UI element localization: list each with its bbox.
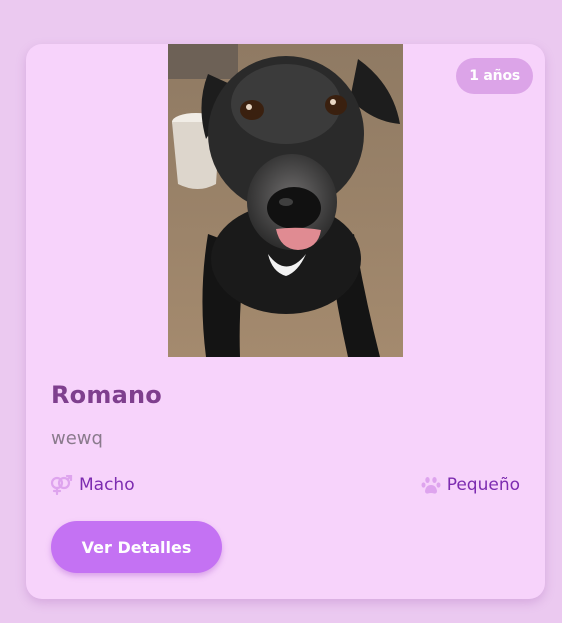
size-label: Pequeño — [446, 475, 520, 495]
gender-label: Macho — [79, 475, 135, 495]
paw-icon — [421, 476, 441, 494]
pet-description: wewq — [51, 428, 103, 449]
pet-gender: Macho — [50, 475, 135, 495]
age-badge: 1 años — [456, 58, 533, 94]
gender-icon — [50, 475, 73, 495]
pet-name: Romano — [51, 381, 162, 409]
view-details-button[interactable]: Ver Detalles — [51, 521, 222, 573]
pet-card: 1 años Romano wewq Macho Pequeño Ver Det… — [26, 44, 545, 599]
pet-size: Pequeño — [421, 475, 520, 495]
pet-photo — [168, 44, 403, 357]
